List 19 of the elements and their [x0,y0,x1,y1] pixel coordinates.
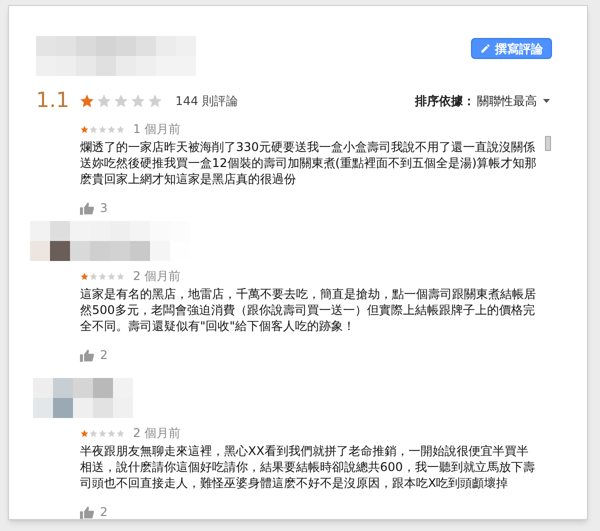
review-date: 2 個月前 [133,425,180,442]
review-date: 2 個月前 [133,268,180,285]
like-count: 2 [100,347,108,364]
like-count: 3 [100,200,108,217]
review-text: 半夜跟朋友無聊走來這裡，黑心XX看到我們就拼了老命推銷，一開始說很便宜半買半相送，說什麽請你這個好吃請你，結果要結帳時卻說總共600，我一聽到就立馬放下壽司頭也不回直接走人，難怪巫婆身體這麽不好不是沒原因，跟本吃X吃到頭顱壞掉 [80,443,536,491]
scrollbar-thumb [545,136,551,151]
review-text: 爛透了的一家店昨天被海削了330元硬要送我一盒小盒壽司我說不用了還一直說沒關係送妳吃然後硬推我買一盒12個裝的壽司加關東煮(重點裡面不到五個全是湯)算帳才知那麽貴回家上網才知這家是黑店真的很過份 [80,139,538,187]
thumbs-up-icon[interactable] [80,506,94,518]
sort-dropdown[interactable]: 關聯性最高 [477,92,550,110]
like-count: 2 [100,504,108,521]
review-text: 這家是有名的黑店，地雷店，千萬不要去吃，簡直是搶劫，點一個壽司跟關東煮結帳居然500多元，老闆會強迫消費（跟你說壽司買一送一）但實際上結帳跟牌子上的價格完全不同。壽司還疑似有"回收"給下個客人吃的跡象！ [80,286,537,334]
pencil-icon [480,43,491,54]
review-date: 1 個月前 [133,121,180,138]
thumbs-up-icon[interactable] [80,202,94,214]
sort-label: 排序依據： [415,93,475,110]
average-rating: 1.1 [36,87,70,114]
thumbs-up-icon[interactable] [80,348,94,362]
review-count: 144 則評論 [175,93,238,110]
caret-icon [543,99,550,103]
